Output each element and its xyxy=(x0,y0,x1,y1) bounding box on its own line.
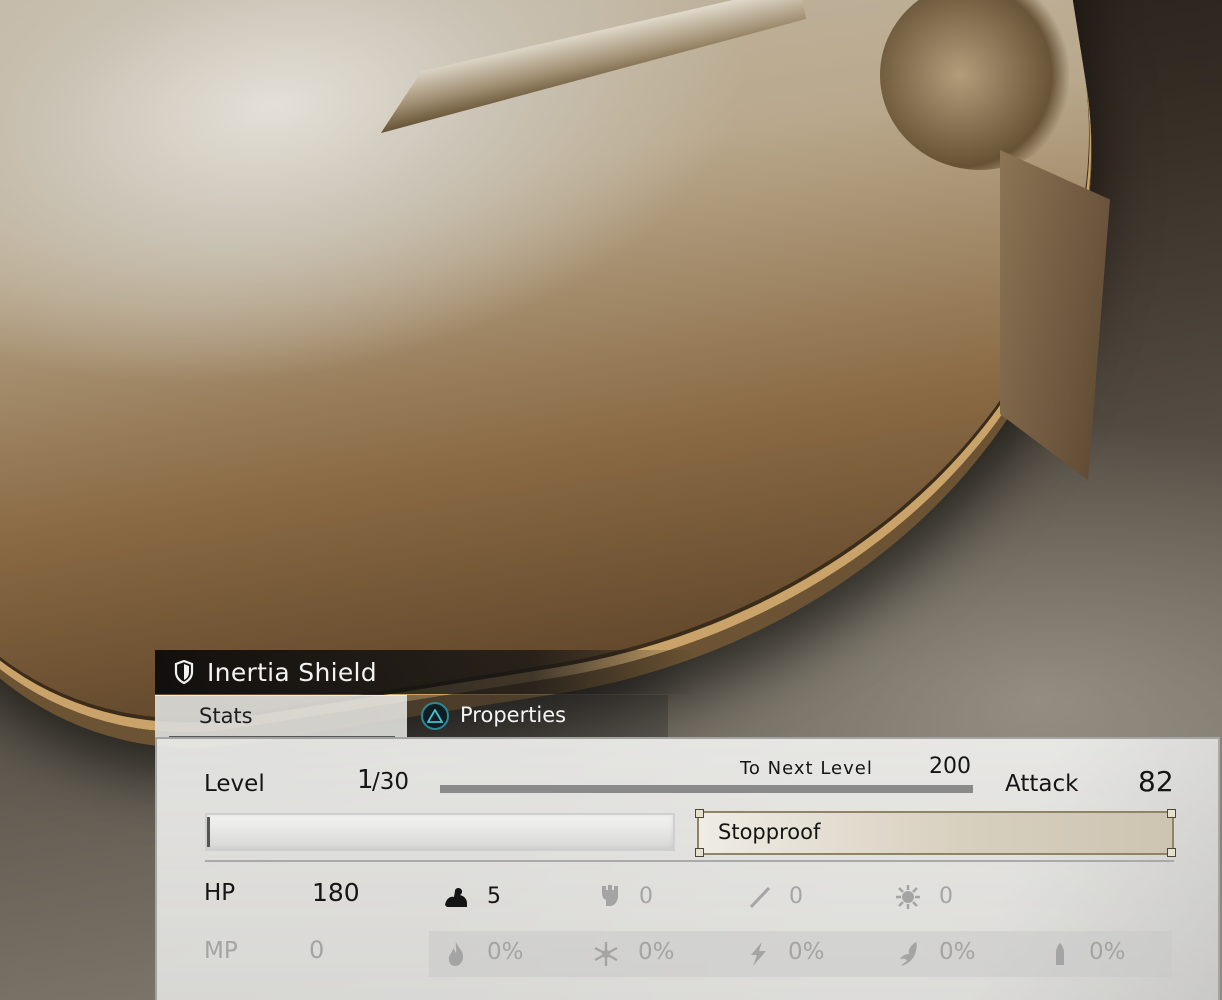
resistance-row: 0% 0% 0% 0% 0% xyxy=(429,931,1172,977)
attack-value: 82 xyxy=(1138,765,1174,798)
spirit-icon xyxy=(895,884,921,910)
level-max: /30 xyxy=(372,769,410,795)
hp-value: 180 xyxy=(312,878,360,907)
to-next-level-label: To Next Level xyxy=(740,758,873,779)
mp-value: 0 xyxy=(309,936,325,964)
exp-progress-bar xyxy=(440,785,973,793)
attack-label: Attack xyxy=(1005,771,1079,797)
magic-value: 0 xyxy=(789,884,803,909)
tab-bar: Stats Properties xyxy=(155,695,668,738)
property-slot-2-text: Stopproof xyxy=(718,820,821,844)
fire-icon xyxy=(443,941,469,967)
slot-corner xyxy=(695,848,704,857)
dark-icon xyxy=(895,941,921,967)
lightning-icon xyxy=(745,941,771,967)
dark-resist-value: 0% xyxy=(939,939,976,965)
strength-value: 5 xyxy=(487,884,501,909)
vitality-icon xyxy=(597,882,623,908)
lightning-resist-value: 0% xyxy=(788,939,825,965)
shot-icon xyxy=(1047,941,1073,967)
mp-label: MP xyxy=(204,938,238,964)
slot-corner xyxy=(1167,809,1176,818)
tab-stats-label: Stats xyxy=(199,704,253,728)
vitality-value: 0 xyxy=(639,884,653,909)
level-label: Level xyxy=(204,771,265,797)
slot-corner xyxy=(1167,848,1176,857)
slot-cap xyxy=(207,817,210,847)
section-divider xyxy=(205,860,1174,862)
shield-icon xyxy=(169,650,199,694)
tab-properties[interactable]: Properties xyxy=(460,703,566,727)
stats-panel: Level 1 /30 To Next Level 200 Attack 82 … xyxy=(155,737,1220,1000)
ice-icon xyxy=(593,941,619,967)
hp-label: HP xyxy=(204,880,236,906)
triangle-button-icon[interactable] xyxy=(421,702,449,730)
tab-stats[interactable]: Stats xyxy=(155,695,407,738)
spirit-value: 0 xyxy=(939,884,953,909)
ice-resist-value: 0% xyxy=(638,939,675,965)
property-slot-empty[interactable] xyxy=(205,813,675,851)
shot-resist-value: 0% xyxy=(1089,939,1126,965)
magic-icon xyxy=(747,884,773,910)
item-name: Inertia Shield xyxy=(207,657,377,687)
property-slot-stopproof[interactable]: Stopproof xyxy=(695,809,1176,857)
item-title-bar: Inertia Shield xyxy=(155,650,695,694)
fire-resist-value: 0% xyxy=(487,939,524,965)
slot-corner xyxy=(695,809,704,818)
strength-icon xyxy=(443,884,469,910)
to-next-level-value: 200 xyxy=(929,754,971,779)
